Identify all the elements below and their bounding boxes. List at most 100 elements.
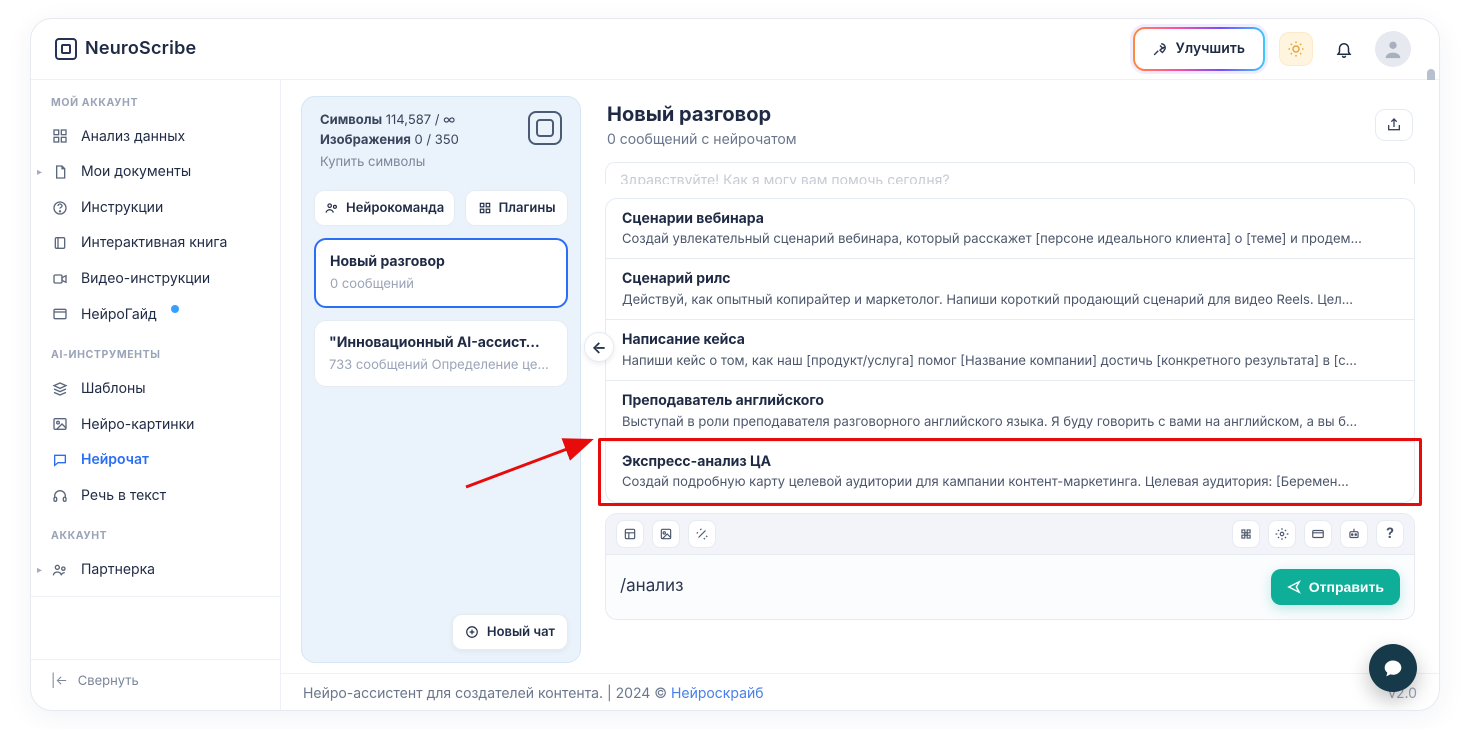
support-chat-fab[interactable] [1369,644,1417,692]
rocket-icon [1153,42,1167,56]
document-icon [51,164,69,180]
nav-instructions[interactable]: Инструкции [31,190,280,226]
footer-link[interactable]: Нейроскрайб [671,685,764,702]
brand-logo-icon [55,38,77,60]
avatar[interactable] [1375,31,1411,67]
new-chat-button[interactable]: Новый чат [452,614,568,650]
card-icon [1311,527,1325,541]
tb-help-button[interactable]: ? [1376,520,1404,548]
collapse-icon: |← [51,672,68,690]
suggestion-item[interactable]: Преподаватель английскогоВыступай в роли… [606,381,1414,442]
people-icon [51,562,69,578]
stack-icon [51,381,69,397]
neuro-team-button[interactable]: Нейрокоманда [314,190,455,226]
nav-partner[interactable]: ▸ Партнерка [31,552,280,588]
share-button[interactable] [1375,109,1413,141]
nav-data-analysis[interactable]: Анализ данных [31,119,280,155]
notifications-button[interactable] [1327,32,1361,66]
nav-neuro-images[interactable]: Нейро-картинки [31,407,280,443]
user-icon [1382,38,1404,60]
nav-label: Шаблоны [81,379,146,399]
chat-title: Новый разговор [607,100,797,128]
suggestion-list: Сценарии вебинараСоздай увлекательный сц… [605,198,1415,503]
conversation-card[interactable]: Новый разговор0 сообщений [314,238,568,308]
plugins-button[interactable]: Плагины [465,190,568,226]
tb-magic-button[interactable] [688,520,716,548]
nav-label: Интерактивная книга [81,233,227,253]
chat-bubble-icon [1383,658,1403,678]
chat-area: ← Новый разговор 0 сообщений с нейрочато… [601,96,1419,663]
suggestion-desc: Создай увлекательный сценарий вебинара, … [622,230,1398,248]
nav-label: Речь в текст [81,486,166,506]
video-icon [51,271,69,287]
nav-speech-to-text[interactable]: Речь в текст [31,478,280,514]
sidebar: МОЙ АККАУНТ Анализ данных ▸ Мои документ… [31,80,281,710]
sun-icon [1287,40,1305,58]
nav-interactive-book[interactable]: Интерактивная книга [31,225,280,261]
conversations-panel: Символы 114,587 / ∞ Изображения 0 / 350 … [301,96,581,663]
suggestion-item[interactable]: Написание кейса Напиши кейс о том, как на… [606,320,1414,381]
collapse-label: Свернуть [78,672,139,690]
suggestion-item[interactable]: Сценарий рилс Действуй, как опытный копир… [606,259,1414,320]
sidebar-collapse[interactable]: |← Свернуть [31,659,280,702]
chat-icon [51,452,69,468]
nav-documents[interactable]: ▸ Мои документы [31,154,280,190]
notification-dot [171,305,179,313]
nav-neurochat[interactable]: Нейрочат [31,442,280,478]
footer-text: Нейро-ассистент для создателей контента.… [303,685,671,702]
nav-templates[interactable]: Шаблоны [31,371,280,407]
suggestion-desc: Действуй, как опытный копирайтер и марке… [622,291,1398,309]
tb-settings-button[interactable] [1268,520,1296,548]
upgrade-label: Улучшить [1175,39,1245,59]
nav-label: Нейро-картинки [81,415,194,435]
suggestion-title: Сценарии вебинара [622,209,1398,229]
conversation-sub: 733 сообщений Определение целевы… [329,356,553,374]
theme-toggle[interactable] [1279,32,1313,66]
send-icon [1287,580,1301,594]
suggestion-item[interactable]: Сценарии вебинараСоздай увлекательный сц… [606,199,1414,260]
suggestion-title: Написание кейса [622,330,1398,350]
images-line: Изображения 0 / 350 [320,131,459,149]
suggestion-item[interactable]: Экспресс-анализ ЦАСоздай подробную карту… [606,442,1414,502]
chevron-right-icon: ▸ [37,563,42,577]
composer-input[interactable]: /анализ [620,575,684,599]
nav-label: Инструкции [81,198,163,218]
wand-icon [695,527,709,541]
share-icon [1386,117,1402,133]
suggestion-desc: Напиши кейс о том, как наш [продукт/услу… [622,352,1398,370]
suggestion-title: Экспресс-анализ ЦА [622,452,1398,472]
people-icon [325,201,339,215]
composer: ? /анализ Отправить [605,513,1415,620]
plus-circle-icon [465,625,479,639]
image-icon [51,416,69,432]
tb-puzzle-button[interactable] [1232,520,1260,548]
back-button[interactable]: ← [584,332,614,362]
nav-label: Видео-инструкции [81,269,210,289]
grid-icon [51,128,69,144]
nav-neuroguide[interactable]: НейроГайд [31,297,280,333]
upgrade-button[interactable]: Улучшить [1133,27,1265,71]
nav-label: НейроГайд [81,305,157,325]
tb-template-button[interactable] [616,520,644,548]
pill-label: Плагины [499,199,556,217]
question-icon: ? [1386,524,1394,544]
new-chat-label: Новый чат [487,623,555,641]
greeting-ghost: Здравствуйте! Как я могу вам помочь сего… [605,162,1415,184]
brand[interactable]: NeuroScribe [55,36,196,61]
buy-symbols-link[interactable]: Купить символы [320,153,459,171]
sidebar-section-account: МОЙ АККАУНТ [31,80,280,119]
nav-video-instructions[interactable]: Видео-инструкции [31,261,280,297]
suggestion-title: Сценарий рилс [622,269,1398,289]
tb-robot-button[interactable] [1340,520,1368,548]
footer: Нейро-ассистент для создателей контента.… [281,673,1439,710]
conversation-card[interactable]: "Инновационный AI-ассист…733 сообщений О… [314,320,568,388]
sidebar-section-acct2: АККАУНТ [31,513,280,552]
send-button[interactable]: Отправить [1271,569,1400,605]
tb-card-button[interactable] [1304,520,1332,548]
nav-label: Анализ данных [81,127,185,147]
panel-logo-icon [528,111,562,145]
tb-image-button[interactable] [652,520,680,548]
symbols-line: Символы 114,587 / ∞ [320,111,459,129]
brand-name: NeuroScribe [85,36,196,61]
suggestion-desc: Выступай в роли преподавателя разговорно… [622,413,1398,431]
